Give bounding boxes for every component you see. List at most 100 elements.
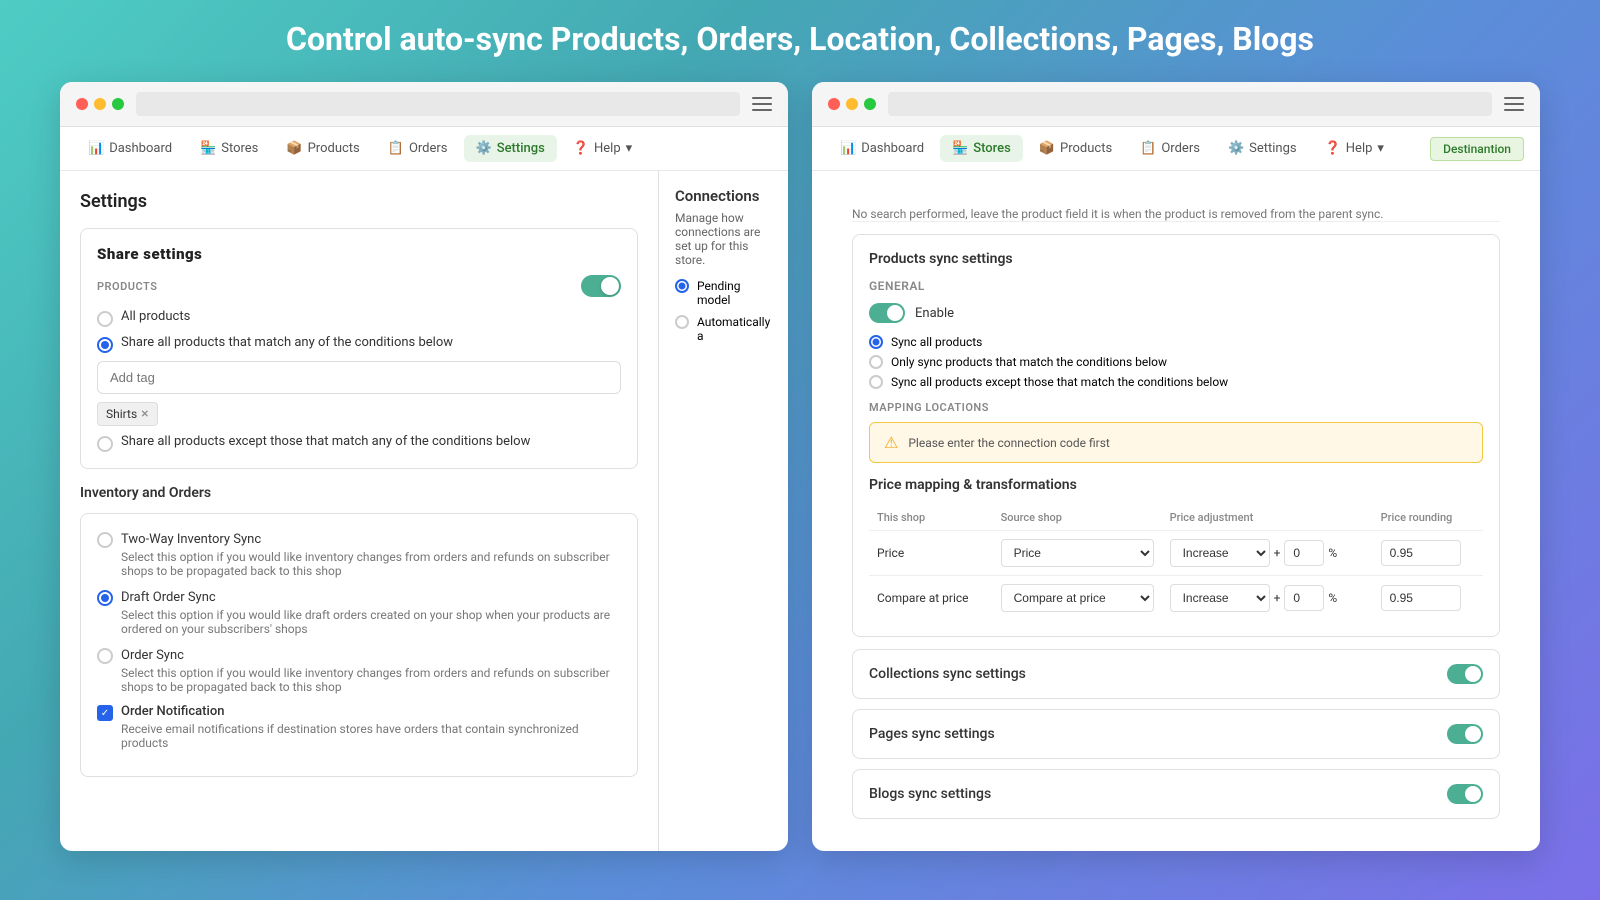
- right-store-icon: 🏪: [952, 141, 968, 156]
- products-label: PRODUCTS: [97, 280, 157, 293]
- right-order-icon: 📋: [1140, 141, 1156, 156]
- compare-increase-select[interactable]: Increase: [1170, 584, 1270, 612]
- compare-adjustment-cell: Increase + %: [1170, 584, 1365, 612]
- left-content: Settings Share settings PRODUCTS: [60, 171, 788, 851]
- right-traffic-lights: [828, 98, 876, 110]
- price-table: This shop Source shop Price adjustment P…: [869, 505, 1483, 620]
- nav-stores[interactable]: 🏪 Stores: [188, 135, 270, 162]
- products-toggle-row: PRODUCTS: [97, 275, 621, 297]
- auto-option[interactable]: Automatically a: [675, 315, 772, 343]
- warning-icon: ⚠: [884, 433, 898, 452]
- sync-match-option[interactable]: Only sync products that match the condit…: [869, 355, 1483, 369]
- inventory-section: Inventory and Orders Two-Way Inventory S…: [80, 485, 638, 777]
- sync-except-radio: [869, 375, 883, 389]
- col-rounding: Price rounding: [1373, 505, 1483, 531]
- enable-row: Enable: [869, 303, 1483, 323]
- price-increase-select[interactable]: Increase: [1170, 539, 1270, 567]
- right-nav-dashboard[interactable]: 📊 Dashboard: [828, 135, 936, 162]
- nav-help[interactable]: ❓ Help ▾: [561, 135, 644, 162]
- products-sync-box: Products sync settings General Enable Sy…: [852, 234, 1500, 637]
- dot-green[interactable]: [112, 98, 124, 110]
- inventory-title: Inventory and Orders: [80, 485, 638, 501]
- inventory-card: Two-Way Inventory Sync Select this optio…: [80, 513, 638, 777]
- compare-this-shop: Compare at price: [869, 576, 993, 621]
- right-dot-green[interactable]: [864, 98, 876, 110]
- order-sync-item: Order Sync Select this option if you wou…: [97, 646, 621, 694]
- compare-source-select[interactable]: Compare at price: [1001, 584, 1154, 612]
- products-toggle[interactable]: [581, 275, 621, 297]
- page-title: Control auto-sync Products, Orders, Loca…: [286, 20, 1314, 58]
- chart-icon: 📊: [88, 141, 104, 156]
- right-titlebar: [812, 82, 1540, 127]
- radio-except-products[interactable]: Share all products except those that mat…: [97, 434, 621, 452]
- radio-match-products[interactable]: Share all products that match any of the…: [97, 335, 621, 353]
- price-rounding-2[interactable]: [1381, 585, 1461, 611]
- pending-model-option[interactable]: Pending model: [675, 279, 772, 307]
- product-icon: 📦: [286, 141, 302, 156]
- sync-except-option[interactable]: Sync all products except those that matc…: [869, 375, 1483, 389]
- right-nav-help[interactable]: ❓ Help ▾: [1313, 135, 1396, 162]
- col-source-shop: Source shop: [993, 505, 1162, 531]
- nav-dashboard[interactable]: 📊 Dashboard: [76, 135, 184, 162]
- right-nav-products[interactable]: 📦 Products: [1027, 135, 1124, 162]
- settings-page-title: Settings: [80, 191, 638, 212]
- radio-all-circle: [97, 311, 113, 327]
- dot-red[interactable]: [76, 98, 88, 110]
- share-title: Share settings: [97, 245, 202, 263]
- traffic-lights: [76, 98, 124, 110]
- price-row-1: Price Price: [869, 531, 1483, 576]
- left-nav: 📊 Dashboard 🏪 Stores 📦 Products 📋 Orders…: [60, 127, 788, 171]
- nav-orders[interactable]: 📋 Orders: [376, 135, 460, 162]
- general-subtitle: General: [869, 279, 1483, 293]
- right-nav: 📊 Dashboard 🏪 Stores 📦 Products 📋 Orders…: [812, 127, 1540, 171]
- share-settings-card: Share settings PRODUCTS All products: [80, 228, 638, 469]
- right-content: No search performed, leave the product f…: [812, 171, 1540, 851]
- left-titlebar: [60, 82, 788, 127]
- sync-all-option[interactable]: Sync all products: [869, 335, 1483, 349]
- nav-products[interactable]: 📦 Products: [274, 135, 371, 162]
- sync-match-radio: [869, 355, 883, 369]
- two-way-sync-item: Two-Way Inventory Sync Select this optio…: [97, 530, 621, 578]
- warning-box: ⚠ Please enter the connection code first: [869, 422, 1483, 463]
- price-adjustment-cell: Increase + %: [1170, 539, 1365, 567]
- pages-toggle[interactable]: [1447, 724, 1483, 744]
- nav-settings[interactable]: ⚙️ Settings: [464, 135, 557, 162]
- products-sync-title: Products sync settings: [869, 251, 1483, 267]
- radio-match-circle: [97, 337, 113, 353]
- order-notification-item: ✓ Order Notification Receive email notif…: [97, 704, 621, 750]
- compare-adj-value[interactable]: [1284, 585, 1324, 611]
- help-icon: ❓: [573, 141, 589, 156]
- tag-remove-icon[interactable]: ×: [141, 406, 148, 422]
- price-rounding-1[interactable]: [1381, 540, 1461, 566]
- mapping-locations-label: MAPPING LOCATIONS: [869, 401, 1483, 414]
- order-sync-radio[interactable]: [97, 648, 113, 664]
- enable-toggle[interactable]: [869, 303, 905, 323]
- price-adj-value[interactable]: [1284, 540, 1324, 566]
- collections-toggle[interactable]: [1447, 664, 1483, 684]
- radio-all-products[interactable]: All products: [97, 309, 621, 327]
- right-nav-settings[interactable]: ⚙️ Settings: [1216, 135, 1309, 162]
- chevron-down-icon: ▾: [626, 141, 633, 156]
- right-nav-orders[interactable]: 📋 Orders: [1128, 135, 1212, 162]
- price-row-2: Compare at price Compare at price: [869, 576, 1483, 621]
- pending-model-radio: [675, 279, 689, 293]
- right-help-icon: ❓: [1325, 141, 1341, 156]
- products-radio-group: All products Share all products that mat…: [97, 309, 621, 353]
- dot-yellow[interactable]: [94, 98, 106, 110]
- sync-options: Sync all products Only sync products tha…: [869, 335, 1483, 389]
- order-notification-checkbox[interactable]: ✓: [97, 705, 113, 721]
- right-dot-yellow[interactable]: [846, 98, 858, 110]
- hamburger-icon[interactable]: [752, 97, 772, 111]
- two-way-radio[interactable]: [97, 532, 113, 548]
- blogs-toggle[interactable]: [1447, 784, 1483, 804]
- right-product-icon: 📦: [1039, 141, 1055, 156]
- right-dot-red[interactable]: [828, 98, 840, 110]
- price-source-select[interactable]: Price: [1001, 539, 1154, 567]
- tag-input[interactable]: [97, 361, 621, 394]
- left-panel: 📊 Dashboard 🏪 Stores 📦 Products 📋 Orders…: [60, 82, 788, 851]
- draft-order-radio[interactable]: [97, 590, 113, 606]
- right-chevron-down-icon: ▾: [1377, 141, 1384, 156]
- connections-sidebar: Connections Manage how connections are s…: [658, 171, 788, 851]
- right-hamburger-icon[interactable]: [1504, 97, 1524, 111]
- right-nav-stores[interactable]: 🏪 Stores: [940, 135, 1023, 162]
